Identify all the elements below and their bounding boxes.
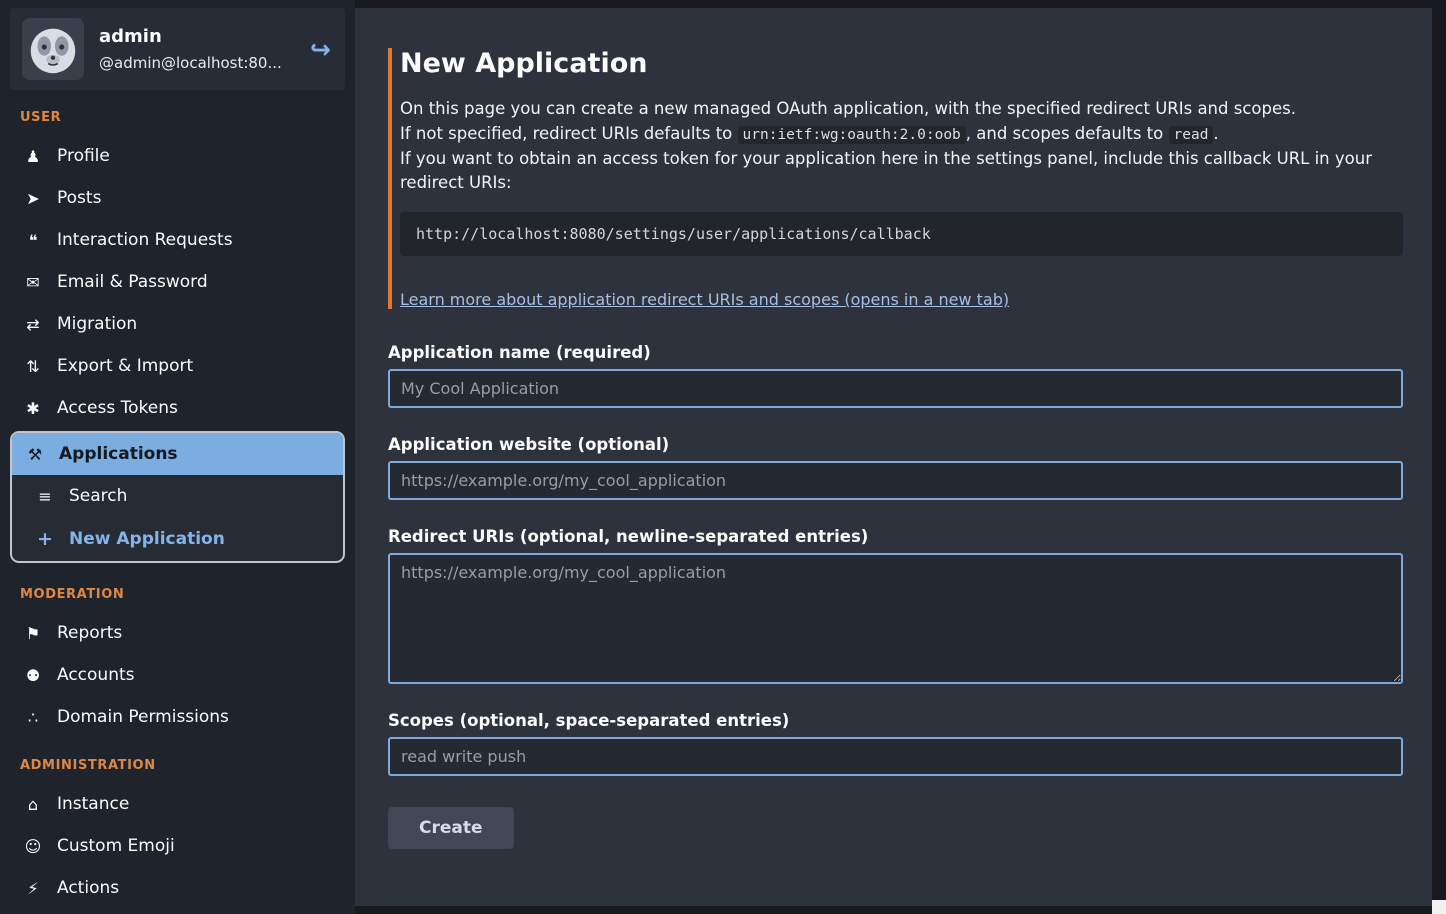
application-website-input[interactable] [388, 461, 1403, 500]
application-name-input[interactable] [388, 369, 1403, 408]
user-card: admin @admin@localhost:80... ↪ [10, 8, 345, 90]
sign-out-icon[interactable]: ↪ [310, 37, 331, 62]
scopes-input[interactable] [388, 737, 1403, 776]
callback-url-code: http://localhost:8080/settings/user/appl… [400, 212, 1403, 256]
application-website-label: Application website (optional) [388, 435, 1403, 454]
scrollbar-corner [1432, 900, 1446, 914]
seal-icon: ✱ [22, 399, 44, 418]
scopes-field: Scopes (optional, space-separated entrie… [388, 711, 1403, 776]
new-application-form: Application name (required) Application … [388, 343, 1403, 849]
sidebar-group-applications: ⚒ Applications ≡ Search + New Application [10, 431, 345, 563]
intro-line-3: If you want to obtain an access token fo… [400, 147, 1403, 197]
sidebar-item-profile[interactable]: ♟ Profile [10, 135, 345, 177]
intro-line-2-mid: , and scopes defaults to [966, 124, 1169, 143]
sidebar-item-label: Email & Password [57, 272, 208, 292]
user-meta: admin @admin@localhost:80... [99, 26, 282, 72]
sidebar: admin @admin@localhost:80... ↪ USER ♟ Prof… [0, 0, 355, 914]
user-name: admin [99, 26, 282, 47]
redirect-uris-field: Redirect URIs (optional, newline-separat… [388, 527, 1403, 684]
docs-block: New Application On this page you can cre… [388, 48, 1403, 309]
sidebar-item-migration[interactable]: ⇄ Migration [10, 303, 345, 345]
sidebar-item-label: Actions [57, 878, 119, 898]
sidebar-item-domain-permissions[interactable]: ∴ Domain Permissions [10, 696, 345, 738]
sidebar-item-actions[interactable]: ⚡ Actions [10, 867, 345, 909]
sidebar-item-label: Export & Import [57, 356, 193, 376]
main-panel: New Application On this page you can cre… [355, 8, 1432, 906]
intro-line-1: On this page you can create a new manage… [400, 97, 1403, 122]
application-website-field: Application website (optional) [388, 435, 1403, 500]
sidebar-item-label: Search [69, 486, 127, 506]
sidebar-item-label: Profile [57, 146, 110, 166]
sidebar-item-search[interactable]: ≡ Search [12, 475, 343, 517]
sidebar-item-label: New Application [69, 529, 225, 549]
users-icon: ⚉ [22, 666, 44, 685]
sidebar-item-instance[interactable]: ⌂ Instance [10, 783, 345, 825]
scopes-label: Scopes (optional, space-separated entrie… [388, 711, 1403, 730]
sidebar-nav: USER ♟ Profile ➤ Posts ❝ Interaction Requests ✉… [10, 90, 345, 909]
inline-code-read: read [1169, 126, 1214, 144]
create-button[interactable]: Create [388, 807, 514, 849]
redirect-uris-textarea[interactable] [388, 553, 1403, 684]
sidebar-item-label: Interaction Requests [57, 230, 233, 250]
inline-code-oob: urn:ietf:wg:oauth:2.0:oob [738, 126, 966, 144]
sidebar-item-label: Custom Emoji [57, 836, 175, 856]
user-icon: ♟ [22, 147, 44, 166]
sidebar-item-label: Accounts [57, 665, 135, 685]
section-label-moderation: MODERATION [10, 567, 345, 612]
sidebar-item-custom-emoji[interactable]: ☺ Custom Emoji [10, 825, 345, 867]
application-name-label: Application name (required) [388, 343, 1403, 362]
sidebar-item-label: Reports [57, 623, 122, 643]
sidebar-item-accounts[interactable]: ⚉ Accounts [10, 654, 345, 696]
bolt-icon: ⚡ [22, 879, 44, 898]
exchange-arrows-icon: ⇄ [22, 315, 44, 334]
sidebar-submenu: ≡ Search + New Application [12, 475, 343, 561]
tools-icon: ⚒ [24, 445, 46, 464]
sidebar-item-label: Domain Permissions [57, 707, 229, 727]
smiley-icon: ☺ [22, 837, 44, 856]
list-icon: ≡ [34, 487, 56, 506]
paper-plane-icon: ➤ [22, 189, 44, 208]
intro-line-2-post: . [1213, 124, 1218, 143]
sidebar-item-access-tokens[interactable]: ✱ Access Tokens [10, 387, 345, 429]
intro-line-2: If not specified, redirect URIs defaults… [400, 122, 1403, 147]
sidebar-item-label: Migration [57, 314, 137, 334]
user-handle: @admin@localhost:80... [99, 54, 282, 72]
sidebar-item-export-import[interactable]: ⇅ Export & Import [10, 345, 345, 387]
section-label-user: USER [10, 90, 345, 135]
export-import-icon: ⇅ [22, 357, 44, 376]
flag-icon: ⚑ [22, 624, 44, 643]
sidebar-item-label: Posts [57, 188, 101, 208]
application-name-field: Application name (required) [388, 343, 1403, 408]
sidebar-item-label: Applications [59, 444, 178, 464]
sidebar-item-interaction-requests[interactable]: ❝ Interaction Requests [10, 219, 345, 261]
avatar [22, 18, 84, 80]
sidebar-item-email-password[interactable]: ✉ Email & Password [10, 261, 345, 303]
comment-icon: ❝ [22, 231, 44, 250]
network-dots-icon: ∴ [22, 708, 44, 727]
sidebar-item-applications[interactable]: ⚒ Applications [12, 433, 343, 475]
app-root: admin @admin@localhost:80... ↪ USER ♟ Prof… [0, 0, 1446, 914]
page-title: New Application [400, 48, 1403, 79]
sitemap-icon: ⌂ [22, 795, 44, 814]
sidebar-item-label: Access Tokens [57, 398, 178, 418]
learn-more-link[interactable]: Learn more about application redirect UR… [400, 290, 1009, 309]
sidebar-item-label: Instance [57, 794, 129, 814]
intro-line-2-pre: If not specified, redirect URIs defaults… [400, 124, 738, 143]
redirect-uris-label: Redirect URIs (optional, newline-separat… [388, 527, 1403, 546]
sidebar-item-posts[interactable]: ➤ Posts [10, 177, 345, 219]
sidebar-item-reports[interactable]: ⚑ Reports [10, 612, 345, 654]
sidebar-item-new-application[interactable]: + New Application [12, 517, 343, 561]
envelope-icon: ✉ [22, 273, 44, 292]
section-label-administration: ADMINISTRATION [10, 738, 345, 783]
plus-icon: + [34, 528, 56, 550]
